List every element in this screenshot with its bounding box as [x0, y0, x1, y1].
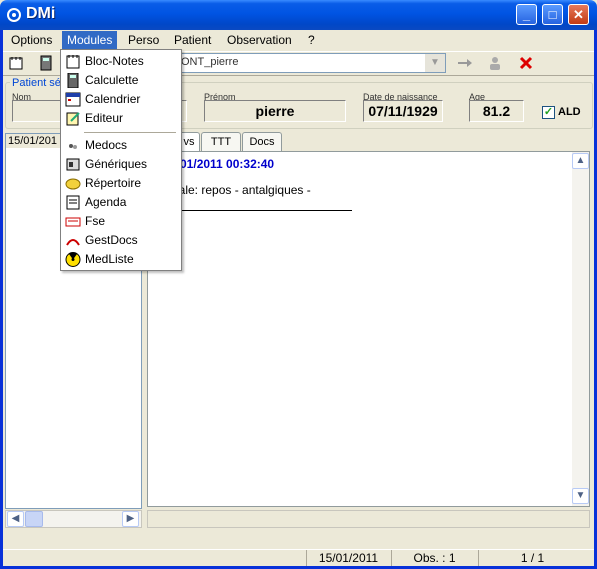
menu-options[interactable]: Options — [6, 31, 57, 49]
notepad-icon — [66, 55, 80, 69]
menu-item-calculette[interactable]: Calculette — [61, 71, 181, 90]
status-obs: Obs. : 1 — [391, 550, 477, 566]
ald-label: ALD — [558, 106, 581, 118]
scroll-right-icon[interactable]: ▶ — [122, 511, 139, 527]
menu-item-calendrier[interactable]: Calendrier — [61, 90, 181, 109]
users-icon[interactable] — [487, 55, 503, 71]
gestdocs-icon — [66, 239, 80, 246]
menu-help[interactable]: ? — [303, 31, 320, 49]
scrollbar-thumb[interactable] — [25, 511, 43, 527]
maximize-button[interactable]: □ — [542, 4, 563, 25]
radiation-icon — [65, 252, 81, 267]
dob-field[interactable]: 07/11/1929 — [363, 100, 443, 122]
pills-icon — [69, 144, 77, 149]
patient-group-label: Patient sél — [10, 77, 66, 89]
app-logo-icon — [7, 8, 21, 22]
minimize-button[interactable]: _ — [516, 4, 537, 25]
horizontal-scrollbar-right[interactable] — [147, 510, 590, 528]
menu-item-editeur[interactable]: Editeur — [61, 109, 181, 128]
menu-item-agenda[interactable]: Agenda — [61, 193, 181, 212]
vertical-scrollbar[interactable] — [572, 152, 589, 506]
list-item[interactable]: 15/01/201 — [6, 134, 66, 148]
delete-icon[interactable] — [518, 55, 534, 71]
calculator-icon — [67, 73, 79, 88]
window-title: DMi — [26, 5, 56, 22]
menu-separator — [84, 132, 176, 133]
menu-item-medocs[interactable]: Medocs — [61, 136, 181, 155]
scroll-up-icon[interactable]: ▲ — [572, 153, 589, 169]
close-button[interactable]: ✕ — [568, 4, 589, 25]
menu-item-repertoire[interactable]: Répertoire — [61, 174, 181, 193]
calendar-icon — [65, 92, 81, 107]
tab-ttt[interactable]: TTT — [201, 132, 241, 151]
menu-observation[interactable]: Observation — [222, 31, 297, 49]
menu-item-bloc-notes[interactable]: Bloc-Notes — [61, 52, 181, 71]
menu-item-medliste[interactable]: MedListe — [61, 250, 181, 269]
generics-icon — [66, 158, 80, 171]
status-page: 1 / 1 — [478, 550, 586, 566]
patient-select[interactable]: ONT_pierre — [176, 53, 446, 73]
separator-line — [156, 210, 352, 211]
directory-icon — [65, 178, 81, 190]
window-frame-left — [0, 30, 3, 569]
menu-modules[interactable]: Modules — [62, 31, 118, 49]
menu-item-generiques[interactable]: Génériques — [61, 155, 181, 174]
scroll-left-icon[interactable]: ◀ — [7, 511, 24, 527]
observation-content[interactable] — [147, 151, 590, 507]
calculator-icon[interactable] — [38, 55, 54, 71]
scroll-down-icon[interactable]: ▼ — [572, 488, 589, 504]
prenom-field[interactable]: pierre — [204, 100, 346, 122]
menu-item-gestdocs[interactable]: GestDocs — [61, 231, 181, 250]
menu-perso[interactable]: Perso — [123, 31, 164, 49]
age-field[interactable]: 81.2 — [469, 100, 524, 122]
notepad-icon[interactable] — [8, 55, 24, 71]
agenda-icon — [66, 195, 80, 210]
arrow-right-icon[interactable] — [457, 55, 473, 71]
menu-patient[interactable]: Patient — [169, 31, 216, 49]
ald-checkbox[interactable]: ✓ — [542, 106, 555, 119]
editor-icon — [66, 112, 80, 126]
status-date: 15/01/2011 — [306, 550, 390, 566]
fse-icon — [65, 217, 81, 227]
tab-docs[interactable]: Docs — [242, 132, 282, 151]
menu-item-fse[interactable]: Fse — [61, 212, 181, 231]
title-bar — [0, 0, 597, 30]
chevron-down-icon[interactable]: ▼ — [425, 54, 445, 72]
